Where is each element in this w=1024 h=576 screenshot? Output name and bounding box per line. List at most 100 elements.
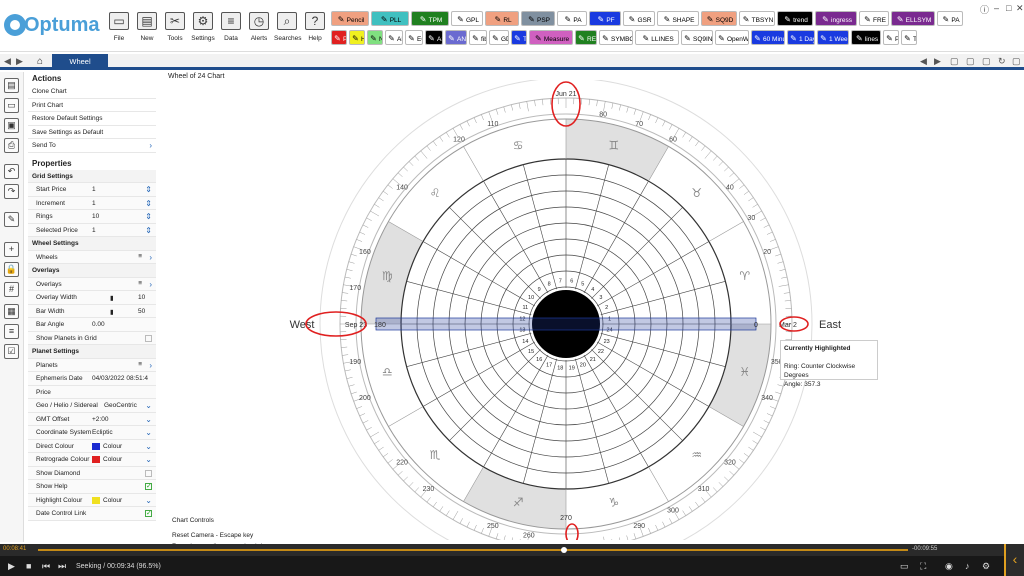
chevron-right-icon[interactable]: › [149, 280, 152, 289]
shortcut-measure-button[interactable]: ✎ Measure [529, 30, 573, 45]
shortcut-pf-button[interactable]: ✎ PF [589, 11, 621, 26]
shortcut-psp-button[interactable]: ✎ PSP [521, 11, 555, 26]
folder-icon[interactable]: ▭ [4, 98, 19, 113]
property-show-diamond[interactable]: Show Diamond [28, 466, 156, 480]
layout-icon[interactable]: ▢ [950, 56, 959, 67]
shortcut-tm-button[interactable]: ✎TM [901, 30, 917, 45]
toolbar-help-button[interactable]: ? Help [302, 12, 328, 50]
shortcut-na-button[interactable]: ✎NA [367, 30, 383, 45]
toolbar-settings-button[interactable]: ⚙ Settings [190, 12, 216, 50]
shortcut-pa-button[interactable]: ✎ PA [937, 11, 963, 26]
action-clone-chart[interactable]: Clone Chart [28, 85, 156, 99]
property-ephemeris-date[interactable]: Ephemeris Date 04/03/2022 08:51:4 [28, 372, 156, 386]
action-print-chart[interactable]: Print Chart [28, 99, 156, 112]
property-highlight-colour[interactable]: Highlight Colour Colour ⌄ [28, 493, 156, 507]
snapshot-icon[interactable]: ◉ [945, 561, 953, 572]
property-value[interactable]: 10 [138, 294, 145, 301]
toolbar-alerts-button[interactable]: ◷ Alerts [246, 12, 272, 50]
property-value[interactable]: Ecliptic [92, 429, 113, 436]
save-icon[interactable]: ▣ [4, 118, 19, 133]
toolbar-file-button[interactable]: ▭ File [106, 12, 132, 50]
shortcut-hl-button[interactable]: ✎HL [349, 30, 365, 45]
dropdown-icon[interactable]: ⌄ [145, 455, 152, 464]
dropdown-icon[interactable]: ⌄ [145, 442, 152, 451]
property-value[interactable]: 10 [92, 213, 99, 220]
shortcut-abc-button[interactable]: ✎ABC [385, 30, 403, 45]
property-selected-price[interactable]: Selected Price 1 ⇕ [28, 223, 156, 237]
property-rings[interactable]: Rings 10 ⇕ [28, 210, 156, 224]
shortcut-1-day-button[interactable]: ✎ 1 Day [787, 30, 815, 45]
crosshair-icon[interactable]: + [4, 242, 19, 257]
toolbar-tools-button[interactable]: ✂ Tools [162, 12, 188, 50]
shortcut-tbsyn-button[interactable]: ✎ TBSYN [739, 11, 775, 26]
shortcut-tpm-button[interactable]: ✎ TPM [411, 11, 449, 26]
undo-icon[interactable]: ↶ [4, 164, 19, 179]
volume-icon[interactable]: ♪ [965, 561, 970, 571]
property-value[interactable]: 0.00 [92, 321, 105, 328]
slider-handle-icon[interactable]: ▮ [110, 294, 114, 302]
dropdown-icon[interactable]: ⌄ [145, 401, 152, 410]
skip-back-icon[interactable]: ⏮ [42, 561, 50, 572]
video-progress-track[interactable] [38, 549, 908, 551]
shortcut-shape-button[interactable]: ✎ SHAPE [657, 11, 699, 26]
color-value[interactable]: Colour [92, 442, 122, 450]
table-icon[interactable]: ▦ [4, 304, 19, 319]
fullscreen-icon[interactable]: ⛶ [920, 561, 926, 572]
list-icon[interactable]: ≡ [138, 253, 142, 260]
spinner-icon[interactable]: ⇕ [145, 226, 152, 235]
action-save-settings-as-default[interactable]: Save Settings as Default [28, 126, 156, 139]
property-overlay-width[interactable]: Overlay Width 10 ▮ [28, 291, 156, 305]
tab-next-icon[interactable]: ▶ [934, 56, 941, 67]
property-bar-angle[interactable]: Bar Angle 0.00 [28, 318, 156, 332]
chevron-right-icon[interactable]: › [149, 361, 152, 370]
skip-forward-icon[interactable]: ⏭ [58, 561, 66, 572]
property-date-control-link[interactable]: Date Control Link ✓ [28, 507, 156, 521]
dropdown-icon[interactable]: ⌄ [145, 496, 152, 505]
shortcut-pll-button[interactable]: ✎ PLL [371, 11, 409, 26]
window-icon[interactable]: ▢ [966, 56, 975, 67]
property-value[interactable]: 04/03/2022 08:51:4 [92, 375, 148, 382]
property-retrograde-colour[interactable]: Retrograde Colour Colour ⌄ [28, 453, 156, 467]
stop-icon[interactable]: ■ [26, 561, 31, 571]
color-value[interactable]: Colour [92, 456, 122, 463]
grid-icon[interactable]: # [4, 282, 19, 297]
shortcut-fibo-button[interactable]: ✎fibo [469, 30, 487, 45]
shortcut-rl-button[interactable]: ✎ RL [485, 11, 519, 26]
dropdown-icon[interactable]: ⌄ [145, 428, 152, 437]
shortcut-rect-button[interactable]: ✎RECT [575, 30, 597, 45]
toolbar-new-button[interactable]: ▤ New [134, 12, 160, 50]
spinner-icon[interactable]: ⇕ [145, 199, 152, 208]
home-icon[interactable]: ⌂ [32, 54, 48, 70]
shortcut-openwb-button[interactable]: ✎OpenWB [715, 30, 749, 45]
spinner-icon[interactable]: ⇕ [145, 212, 152, 221]
shortcut-fre-button[interactable]: ✎ FRE [859, 11, 889, 26]
tab-prev-icon[interactable]: ◀ [920, 56, 927, 67]
shortcut-ellsym-button[interactable]: ✎ ELLSYM [891, 11, 935, 26]
play-icon[interactable]: ▶ [8, 561, 15, 572]
sidebar-toggle-icon[interactable]: ‹ [1004, 544, 1024, 576]
property-wheels[interactable]: Wheels ≡ › [28, 250, 156, 264]
subtitles-icon[interactable]: ▭ [900, 561, 909, 572]
property-value[interactable]: 1 [92, 227, 96, 234]
slider-handle-icon[interactable]: ▮ [110, 308, 114, 316]
refresh-icon[interactable]: ↻ [998, 56, 1006, 67]
spinner-icon[interactable]: ⇕ [145, 185, 152, 194]
checkbox[interactable] [145, 334, 152, 342]
shortcut-ecl-button[interactable]: ✎ECL [405, 30, 423, 45]
tab-wheel[interactable]: Wheel [52, 54, 108, 70]
shortcut-anr-button[interactable]: ✎ANR [445, 30, 467, 45]
shortcut-pencil-button[interactable]: ✎ Pencil [331, 11, 369, 26]
nav-forward-icon[interactable]: ▶ [16, 56, 23, 67]
shortcut-pm-button[interactable]: ✎PM [883, 30, 899, 45]
shortcut-sq9int-button[interactable]: ✎SQ9INT [681, 30, 713, 45]
dropdown-icon[interactable]: ⌄ [145, 415, 152, 424]
nav-back-icon[interactable]: ◀ [4, 56, 11, 67]
shortcut-tl-button[interactable]: ✎TL [511, 30, 527, 45]
video-progress-handle[interactable] [561, 547, 568, 553]
split-icon[interactable]: ▢ [982, 56, 991, 67]
shortcut-ingress-button[interactable]: ✎ ingress [815, 11, 857, 26]
toolbar-searches-button[interactable]: ⌕ Searches [274, 12, 301, 50]
property-bar-width[interactable]: Bar Width 50 ▮ [28, 304, 156, 318]
action-restore-default-settings[interactable]: Restore Default Settings [28, 112, 156, 126]
notes-icon[interactable]: ▤ [4, 78, 19, 93]
